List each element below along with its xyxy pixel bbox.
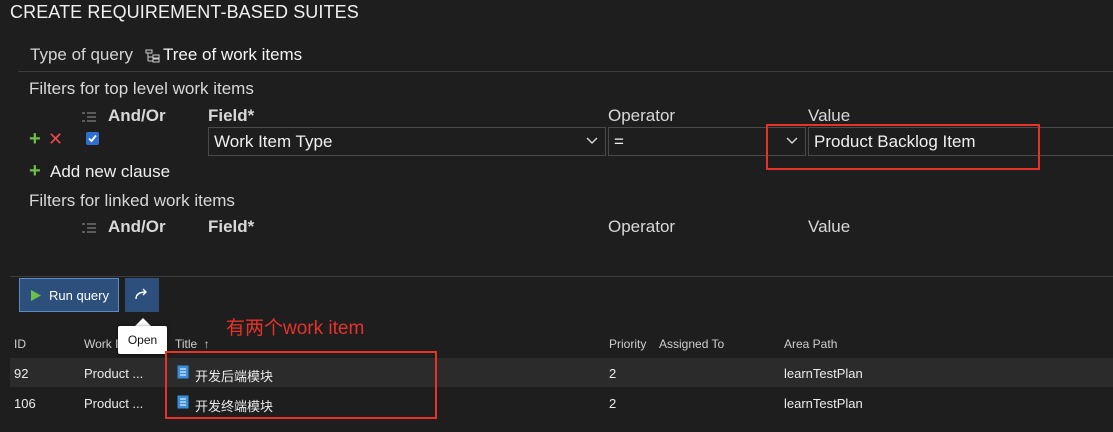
operator-column-header: Operator xyxy=(608,106,676,125)
assigned-to-column-header[interactable]: Assigned To xyxy=(659,337,724,351)
id-column-header[interactable]: ID xyxy=(14,337,26,351)
value-column-header: Value xyxy=(808,106,851,125)
field-column-header: Field* xyxy=(208,106,255,125)
group-clauses-icon[interactable] xyxy=(81,221,97,235)
highlight-box-value xyxy=(766,124,1040,170)
title-column-label: Title xyxy=(175,337,198,351)
field-select[interactable]: Work Item Type xyxy=(208,127,606,156)
add-new-clause-link[interactable]: Add new clause xyxy=(50,162,170,182)
linked-andor-column-header: And/Or xyxy=(108,217,166,236)
clause-checkbox[interactable] xyxy=(86,132,99,145)
work-item-type-column-header[interactable]: Work I xyxy=(84,337,118,351)
cell-type: Product ... xyxy=(84,366,144,381)
priority-column-header[interactable]: Priority xyxy=(609,337,646,351)
highlight-box-results xyxy=(165,351,437,419)
annotation-text: 有两个work item xyxy=(226,318,365,339)
dialog-title: CREATE REQUIREMENT-BASED SUITES xyxy=(10,2,359,22)
divider xyxy=(18,71,1113,72)
add-clause-row-icon[interactable]: + xyxy=(29,128,41,151)
play-icon xyxy=(31,289,41,301)
cell-id: 92 xyxy=(14,366,29,381)
cell-area-path: learnTestPlan xyxy=(784,366,863,381)
linked-field-column-header: Field* xyxy=(208,217,255,236)
open-button[interactable] xyxy=(125,278,159,312)
operator-select-value: = xyxy=(614,132,624,151)
cell-priority: 2 xyxy=(609,366,617,381)
tooltip-arrow xyxy=(135,318,151,326)
cell-type: Product ... xyxy=(84,396,144,411)
field-select-value: Work Item Type xyxy=(214,132,333,151)
linked-operator-column-header: Operator xyxy=(608,217,676,236)
linked-filters-header: Filters for linked work items xyxy=(29,191,235,210)
cell-id: 106 xyxy=(14,396,36,411)
title-column-header[interactable]: Title ↑ xyxy=(175,337,210,351)
group-clauses-icon[interactable] xyxy=(81,110,97,124)
query-type-label: Type of query xyxy=(30,45,134,64)
redo-arrow-icon xyxy=(135,288,147,300)
run-query-button[interactable]: Run query xyxy=(19,278,119,312)
query-type-select[interactable]: Tree of work items xyxy=(163,45,302,65)
chevron-down-icon xyxy=(586,137,598,145)
cell-priority: 2 xyxy=(609,396,617,411)
delete-clause-icon[interactable]: ✕ xyxy=(48,129,63,150)
sort-ascending-icon: ↑ xyxy=(203,337,210,351)
cell-area-path: learnTestPlan xyxy=(784,396,863,411)
area-path-column-header[interactable]: Area Path xyxy=(784,337,837,351)
tree-query-icon xyxy=(145,49,160,63)
checkmark-icon xyxy=(88,134,97,143)
divider xyxy=(10,276,1113,277)
linked-value-column-header: Value xyxy=(808,217,851,236)
open-tooltip: Open xyxy=(118,326,167,354)
top-filters-header: Filters for top level work items xyxy=(29,79,254,98)
add-icon[interactable]: + xyxy=(29,160,41,183)
andor-column-header: And/Or xyxy=(108,106,166,125)
run-query-label: Run query xyxy=(49,287,109,303)
